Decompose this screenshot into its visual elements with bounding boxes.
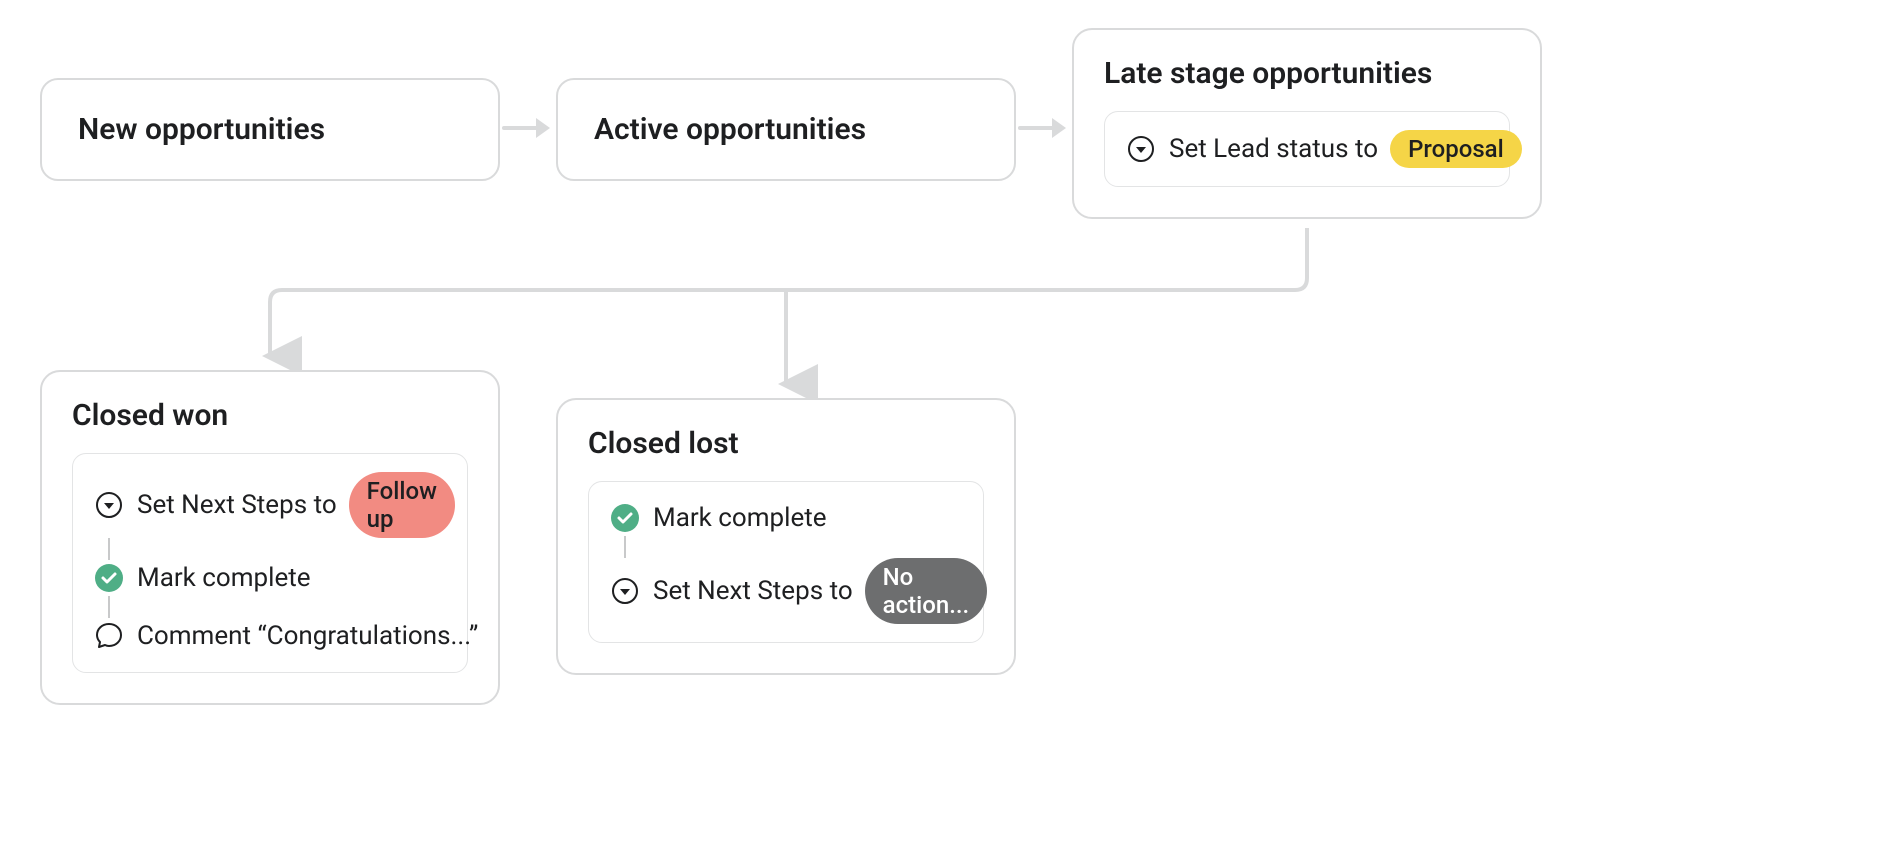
- rule-text: Comment “Congratulations...”: [137, 621, 478, 651]
- status-pill-proposal: Proposal: [1390, 130, 1522, 168]
- dropdown-icon: [93, 489, 125, 521]
- stage-new-opportunities[interactable]: New opportunities: [40, 78, 500, 181]
- stage-closed-lost[interactable]: Closed lost Mark complete: [556, 398, 1016, 675]
- stage-title: Late stage opportunities: [1104, 56, 1510, 91]
- stage-closed-won[interactable]: Closed won Set Next Steps to Follow up: [40, 370, 500, 705]
- rule-text: Set Next Steps to: [137, 490, 337, 520]
- stage-active-opportunities[interactable]: Active opportunities: [556, 78, 1016, 181]
- rule-text: Set Lead status to: [1169, 134, 1378, 164]
- rule-text: Mark complete: [137, 563, 311, 593]
- stage-title: Closed lost: [588, 426, 984, 461]
- check-icon: [609, 502, 641, 534]
- rule-text: Mark complete: [653, 503, 827, 533]
- stage-title: Closed won: [72, 398, 468, 433]
- stage-title: Active opportunities: [594, 112, 866, 147]
- arrow-right-icon: [502, 118, 550, 138]
- arrow-right-icon: [1018, 118, 1066, 138]
- workflow-diagram: New opportunities Active opportunities L…: [0, 0, 1880, 856]
- rule-item[interactable]: Comment “Congratulations...”: [93, 618, 447, 654]
- rule-item[interactable]: Set Next Steps to Follow up: [93, 472, 447, 538]
- dropdown-icon: [609, 575, 641, 607]
- rule-item[interactable]: Mark complete: [609, 500, 963, 536]
- stage-late-opportunities[interactable]: Late stage opportunities Set Lead status…: [1072, 28, 1542, 219]
- status-pill-noaction: No action...: [865, 558, 988, 624]
- rule-text: Set Next Steps to: [653, 576, 853, 606]
- rules-container: Set Next Steps to Follow up Mark complet…: [72, 453, 468, 673]
- comment-icon: [93, 620, 125, 652]
- rule-item[interactable]: Set Lead status to Proposal: [1125, 130, 1489, 168]
- stage-title: New opportunities: [78, 112, 325, 147]
- rule-item[interactable]: Set Next Steps to No action...: [609, 558, 963, 624]
- check-icon: [93, 562, 125, 594]
- dropdown-icon: [1125, 133, 1157, 165]
- rules-container: Mark complete Set Next Steps to No actio…: [588, 481, 984, 643]
- rules-container: Set Lead status to Proposal: [1104, 111, 1510, 187]
- status-pill-followup: Follow up: [349, 472, 455, 538]
- rule-item[interactable]: Mark complete: [93, 560, 447, 596]
